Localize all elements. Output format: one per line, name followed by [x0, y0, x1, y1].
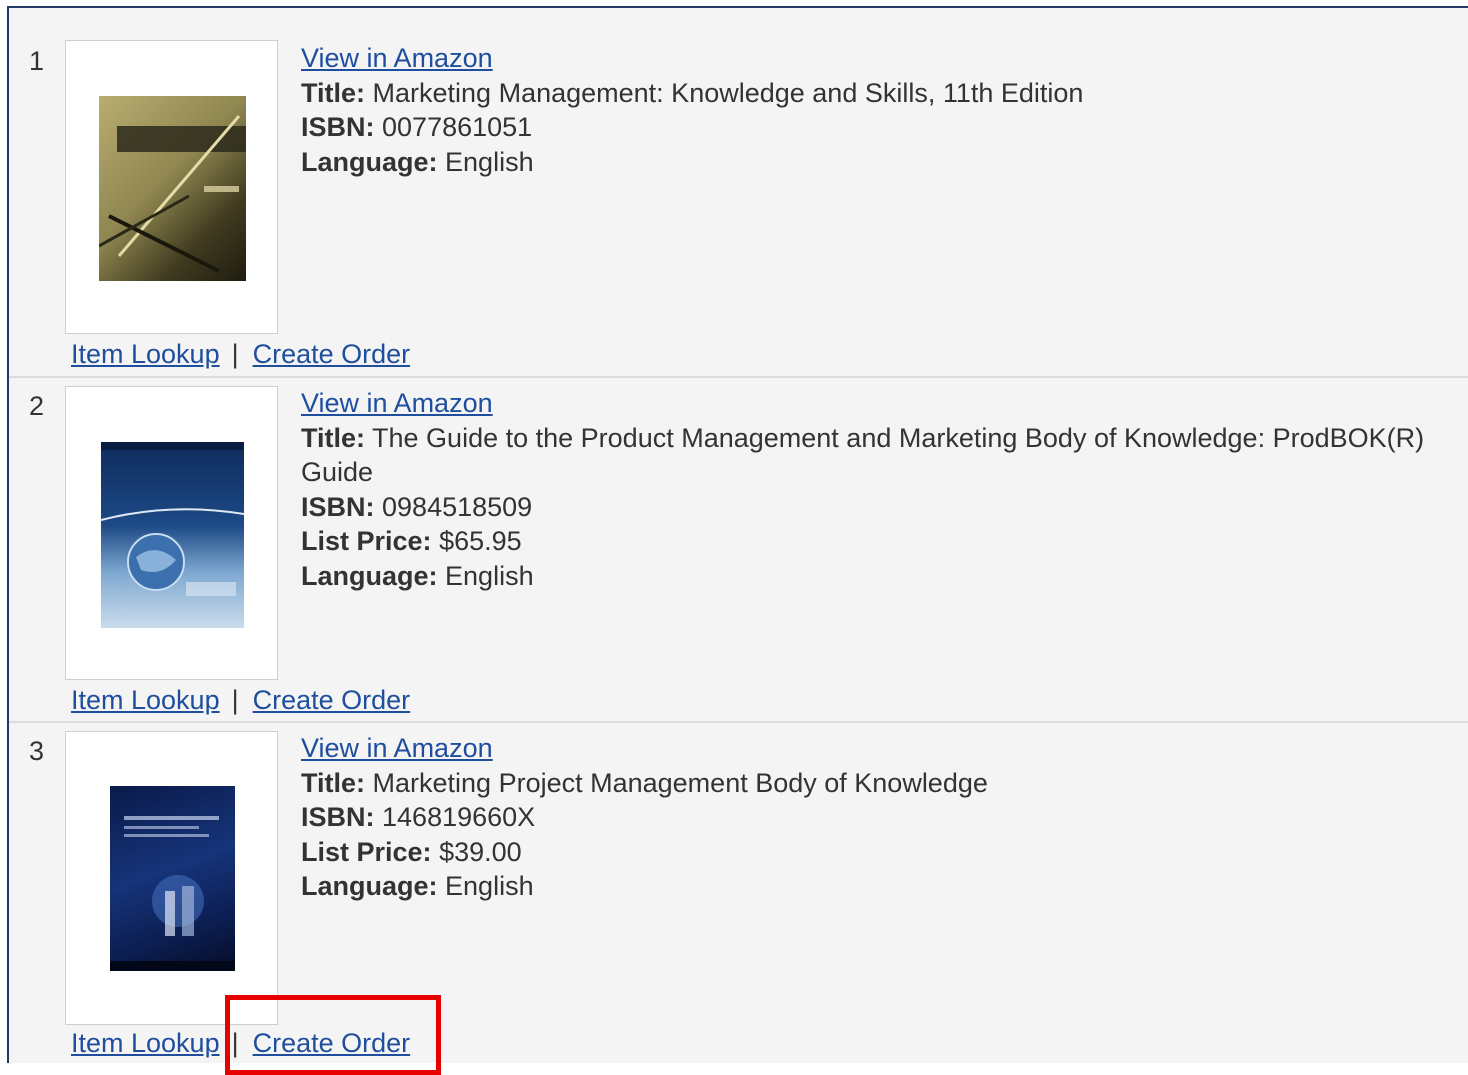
results-panel: 1 View in Amazon Title: Marketing Manage… — [7, 6, 1468, 1063]
field-list-price: List Price: $65.95 — [301, 526, 522, 556]
result-details: View in Amazon Title: Marketing Project … — [301, 731, 1461, 904]
link-separator: | — [231, 685, 239, 715]
field-title: Title: The Guide to the Product Manageme… — [301, 422, 1425, 488]
result-details: View in Amazon Title: The Guide to the P… — [301, 386, 1461, 593]
result-actions: Item Lookup | Create Order — [71, 339, 410, 370]
result-row-2: 2 View in Amazon Title: The Guide to the… — [9, 378, 1468, 723]
item-lookup-link[interactable]: Item Lookup — [71, 685, 220, 715]
link-separator: | — [231, 339, 239, 369]
book-cover-thumbnail[interactable] — [65, 386, 278, 680]
book-cover-image — [99, 96, 246, 281]
book-cover-image — [101, 442, 244, 628]
result-index: 1 — [29, 46, 45, 76]
book-cover-thumbnail[interactable] — [65, 731, 278, 1025]
create-order-highlight-box — [225, 995, 441, 1075]
view-in-amazon-link[interactable]: View in Amazon — [301, 388, 493, 418]
result-index: 3 — [29, 736, 45, 766]
field-title: Title: Marketing Management: Knowledge a… — [301, 77, 1084, 108]
field-language: Language: English — [301, 146, 534, 177]
field-isbn: ISBN: 0984518509 — [301, 491, 533, 522]
book-cover-image — [110, 786, 235, 971]
book-cover-thumbnail[interactable] — [65, 40, 278, 334]
create-order-link[interactable]: Create Order — [253, 685, 411, 715]
field-list-price: List Price: $39.00 — [301, 836, 522, 867]
create-order-link[interactable]: Create Order — [253, 339, 411, 369]
view-in-amazon-link[interactable]: View in Amazon — [301, 733, 493, 763]
item-lookup-link[interactable]: Item Lookup — [71, 339, 220, 369]
field-isbn: ISBN: 0077861051 — [301, 112, 533, 142]
item-lookup-link[interactable]: Item Lookup — [71, 1028, 220, 1058]
field-language: Language: English — [301, 871, 534, 901]
result-details: View in Amazon Title: Marketing Manageme… — [301, 41, 1461, 179]
field-title: Title: Marketing Project Management Body… — [301, 767, 988, 798]
result-row-1: 1 View in Amazon Title: Marketing Manage… — [9, 8, 1468, 378]
result-index: 2 — [29, 391, 45, 421]
result-actions: Item Lookup | Create Order — [71, 685, 410, 716]
field-language: Language: English — [301, 560, 534, 591]
field-isbn: ISBN: 146819660X — [301, 802, 536, 832]
view-in-amazon-link[interactable]: View in Amazon — [301, 43, 493, 73]
